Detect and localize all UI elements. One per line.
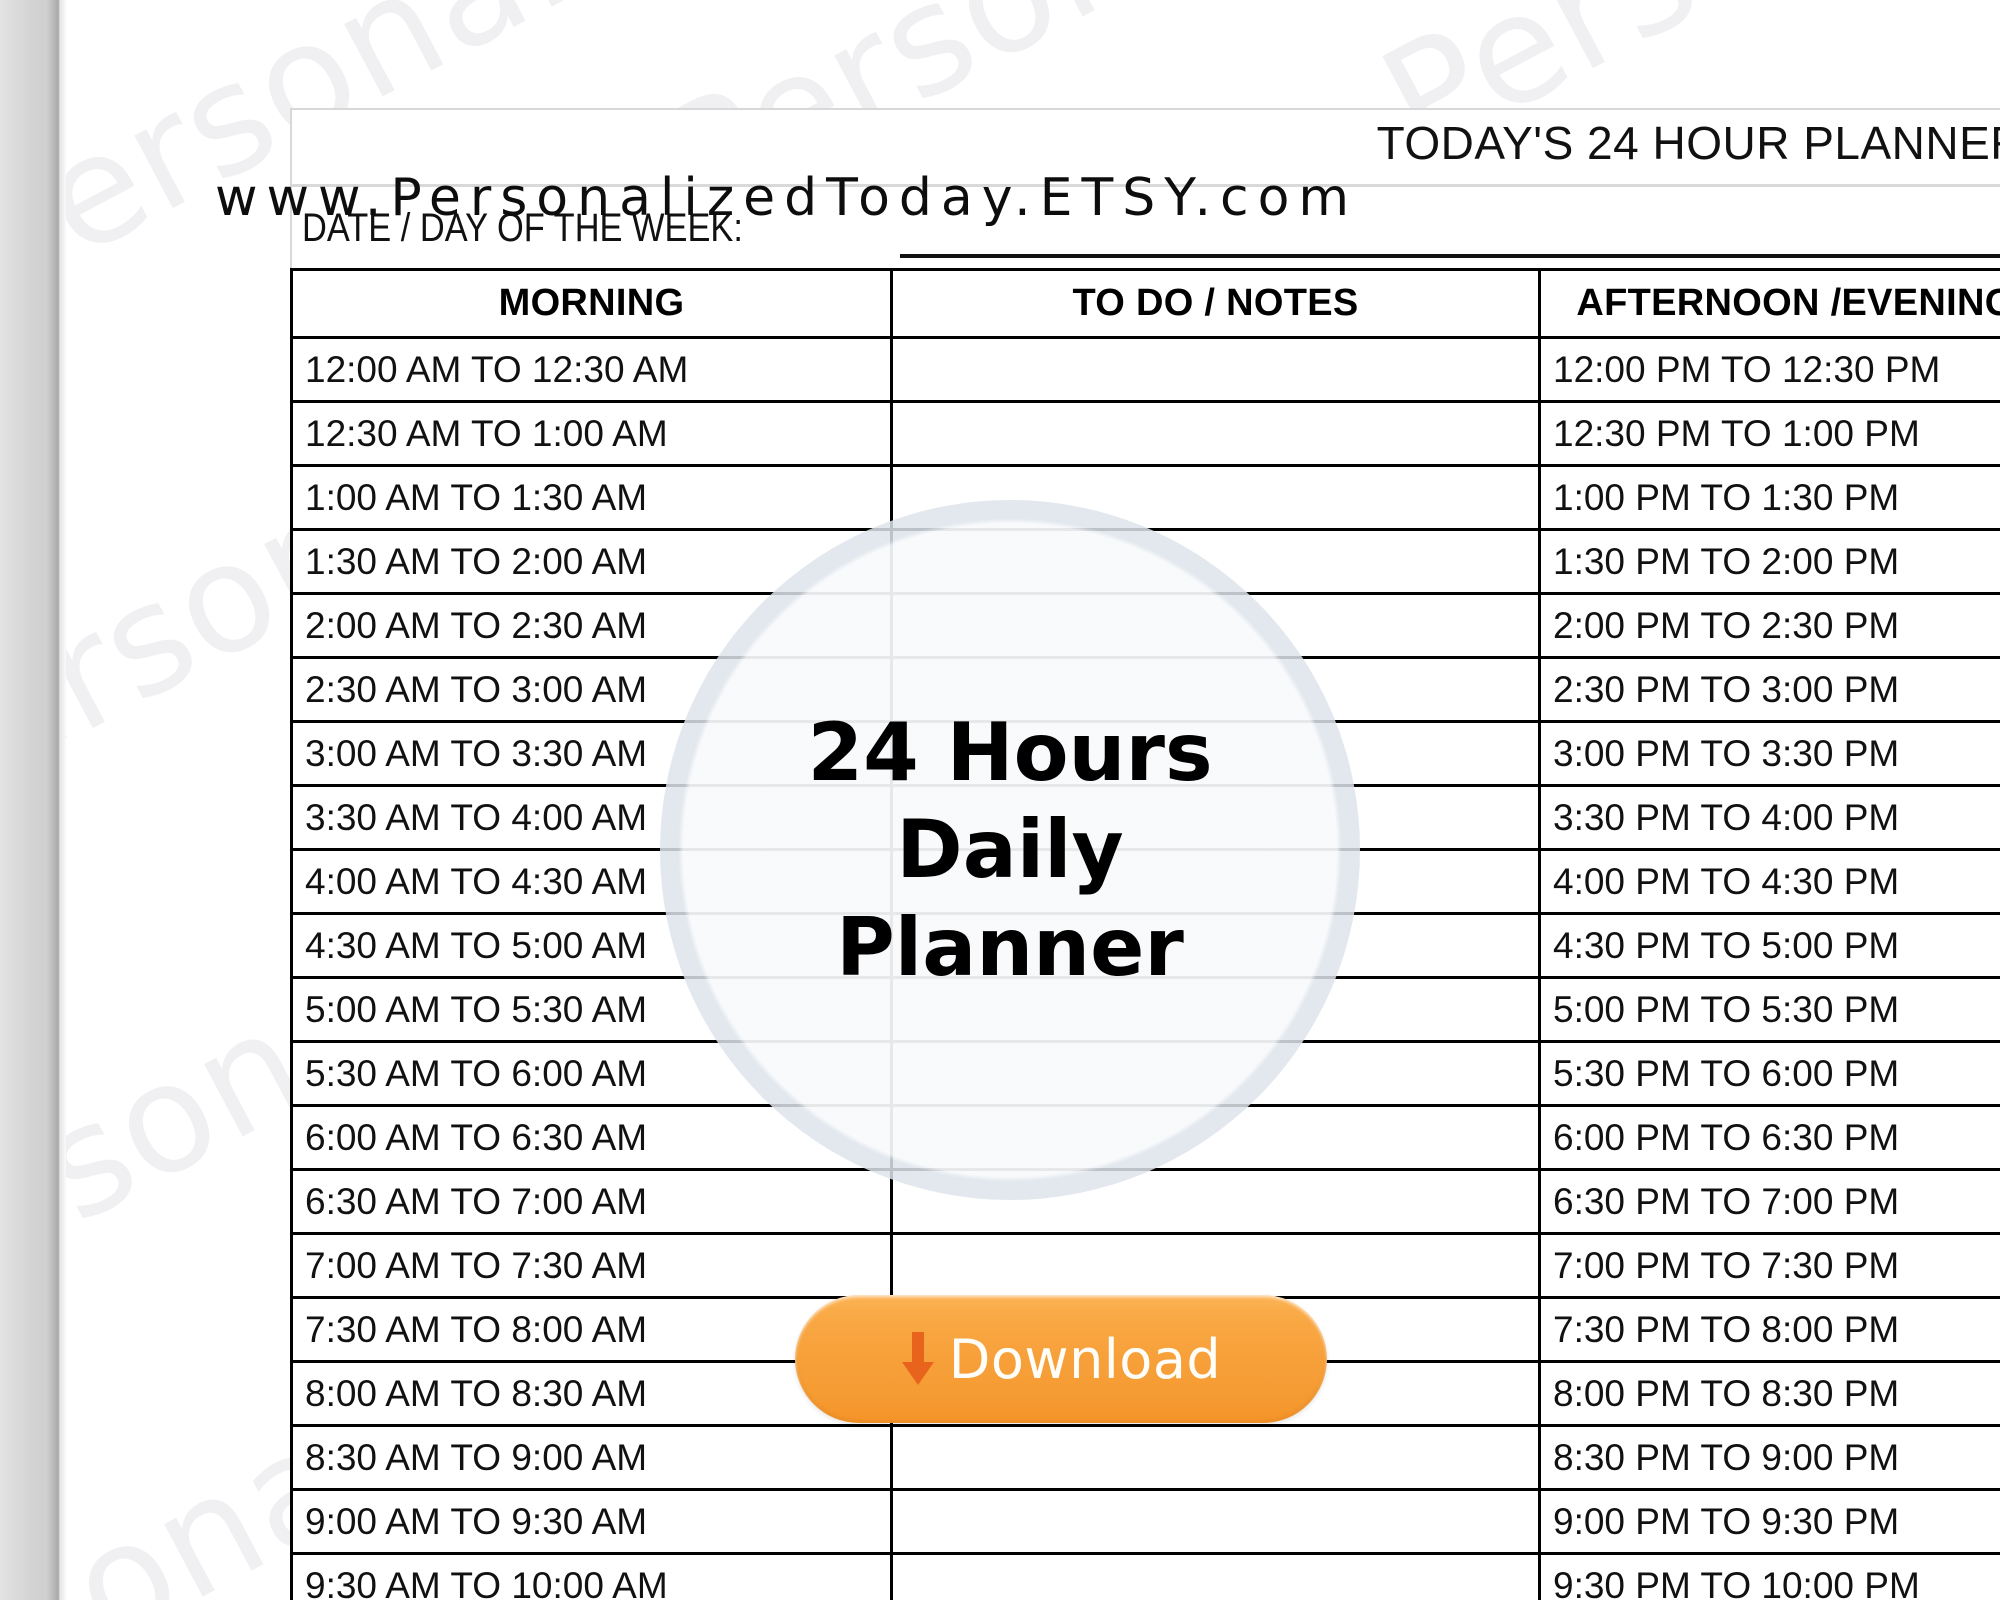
- todo-notes-cell[interactable]: [890, 1552, 1541, 1600]
- date-row: DATE / DAY OF THE WEEK:: [300, 196, 2000, 262]
- todo-notes-cell[interactable]: [890, 1168, 1541, 1235]
- table-row: 7:00 AM TO 7:30 AM 7:00 PM TO 7:30 PM: [290, 1232, 2000, 1299]
- todo-notes-cell[interactable]: [890, 528, 1541, 595]
- column-header-todo: TO DO / NOTES: [890, 268, 1541, 339]
- afternoon-time-slot: 5:30 PM TO 6:00 PM: [1538, 1040, 2000, 1107]
- table-row: 5:30 AM TO 6:00 AM 5:30 PM TO 6:00 PM: [290, 1040, 2000, 1107]
- download-button-label: Download: [948, 1327, 1222, 1391]
- afternoon-time-slot: 7:30 PM TO 8:00 PM: [1538, 1296, 2000, 1363]
- todo-notes-cell[interactable]: [890, 656, 1541, 723]
- afternoon-time-slot: 3:00 PM TO 3:30 PM: [1538, 720, 2000, 787]
- morning-time-slot: 6:00 AM TO 6:30 AM: [290, 1104, 893, 1171]
- morning-time-slot: 6:30 AM TO 7:00 AM: [290, 1168, 893, 1235]
- todo-notes-cell[interactable]: [890, 336, 1541, 403]
- morning-time-slot: 5:30 AM TO 6:00 AM: [290, 1040, 893, 1107]
- header-divider: [292, 184, 2000, 187]
- table-header-row: MORNING TO DO / NOTES AFTERNOON /EVENING: [290, 268, 2000, 339]
- todo-notes-cell[interactable]: [890, 720, 1541, 787]
- morning-time-slot: 2:30 AM TO 3:00 AM: [290, 656, 893, 723]
- todo-notes-cell[interactable]: [890, 464, 1541, 531]
- afternoon-time-slot: 1:00 PM TO 1:30 PM: [1538, 464, 2000, 531]
- morning-time-slot: 9:30 AM TO 10:00 AM: [290, 1552, 893, 1600]
- afternoon-time-slot: 5:00 PM TO 5:30 PM: [1538, 976, 2000, 1043]
- afternoon-time-slot: 6:30 PM TO 7:00 PM: [1538, 1168, 2000, 1235]
- morning-time-slot: 2:00 AM TO 2:30 AM: [290, 592, 893, 659]
- table-row: 3:30 AM TO 4:00 AM 3:30 PM TO 4:00 PM: [290, 784, 2000, 851]
- table-row: 4:00 AM TO 4:30 AM 4:00 PM TO 4:30 PM: [290, 848, 2000, 915]
- todo-notes-cell[interactable]: [890, 912, 1541, 979]
- todo-notes-cell[interactable]: [890, 400, 1541, 467]
- todo-notes-cell[interactable]: [890, 976, 1541, 1043]
- page-gutter-shadow: [0, 0, 60, 1600]
- morning-time-slot: 1:00 AM TO 1:30 AM: [290, 464, 893, 531]
- down-arrow-icon: [901, 1332, 934, 1385]
- table-row: 8:30 AM TO 9:00 AM 8:30 PM TO 9:00 PM: [290, 1424, 2000, 1491]
- date-field-label: DATE / DAY OF THE WEEK:: [302, 206, 743, 250]
- download-button[interactable]: Download: [795, 1295, 1327, 1423]
- morning-time-slot: 8:30 AM TO 9:00 AM: [290, 1424, 893, 1491]
- table-row: 2:00 AM TO 2:30 AM 2:00 PM TO 2:30 PM: [290, 592, 2000, 659]
- table-row: 9:30 AM TO 10:00 AM 9:30 PM TO 10:00 PM: [290, 1552, 2000, 1600]
- morning-time-slot: 3:00 AM TO 3:30 AM: [290, 720, 893, 787]
- afternoon-time-slot: 8:00 PM TO 8:30 PM: [1538, 1360, 2000, 1427]
- table-row: 5:00 AM TO 5:30 AM 5:00 PM TO 5:30 PM: [290, 976, 2000, 1043]
- morning-time-slot: 1:30 AM TO 2:00 AM: [290, 528, 893, 595]
- afternoon-time-slot: 6:00 PM TO 6:30 PM: [1538, 1104, 2000, 1171]
- morning-time-slot: 3:30 AM TO 4:00 AM: [290, 784, 893, 851]
- afternoon-time-slot: 4:00 PM TO 4:30 PM: [1538, 848, 2000, 915]
- afternoon-time-slot: 8:30 PM TO 9:00 PM: [1538, 1424, 2000, 1491]
- column-header-morning: MORNING: [290, 268, 893, 339]
- afternoon-time-slot: 2:00 PM TO 2:30 PM: [1538, 592, 2000, 659]
- morning-time-slot: 4:00 AM TO 4:30 AM: [290, 848, 893, 915]
- table-row: 6:00 AM TO 6:30 AM 6:00 PM TO 6:30 PM: [290, 1104, 2000, 1171]
- todo-notes-cell[interactable]: [890, 592, 1541, 659]
- morning-time-slot: 9:00 AM TO 9:30 AM: [290, 1488, 893, 1555]
- morning-time-slot: 4:30 AM TO 5:00 AM: [290, 912, 893, 979]
- todo-notes-cell[interactable]: [890, 1104, 1541, 1171]
- todo-notes-cell[interactable]: [890, 784, 1541, 851]
- todo-notes-cell[interactable]: [890, 848, 1541, 915]
- table-row: 1:30 AM TO 2:00 AM 1:30 PM TO 2:00 PM: [290, 528, 2000, 595]
- table-row: 12:00 AM TO 12:30 AM 12:00 PM TO 12:30 PM: [290, 336, 2000, 403]
- afternoon-time-slot: 2:30 PM TO 3:00 PM: [1538, 656, 2000, 723]
- table-row: 4:30 AM TO 5:00 AM 4:30 PM TO 5:00 PM: [290, 912, 2000, 979]
- date-write-in-line[interactable]: [900, 254, 2000, 258]
- morning-time-slot: 12:00 AM TO 12:30 AM: [290, 336, 893, 403]
- table-row: 3:00 AM TO 3:30 AM 3:00 PM TO 3:30 PM: [290, 720, 2000, 787]
- table-row: 9:00 AM TO 9:30 AM 9:00 PM TO 9:30 PM: [290, 1488, 2000, 1555]
- table-row: 12:30 AM TO 1:00 AM 12:30 PM TO 1:00 PM: [290, 400, 2000, 467]
- afternoon-time-slot: 7:00 PM TO 7:30 PM: [1538, 1232, 2000, 1299]
- afternoon-time-slot: 3:30 PM TO 4:00 PM: [1538, 784, 2000, 851]
- table-row: 1:00 AM TO 1:30 AM 1:00 PM TO 1:30 PM: [290, 464, 2000, 531]
- page-gutter-edge: [60, 0, 66, 1600]
- todo-notes-cell[interactable]: [890, 1232, 1541, 1299]
- todo-notes-cell[interactable]: [890, 1488, 1541, 1555]
- afternoon-time-slot: 9:30 PM TO 10:00 PM: [1538, 1552, 2000, 1600]
- afternoon-time-slot: 12:00 PM TO 12:30 PM: [1538, 336, 2000, 403]
- page-title: TODAY'S 24 HOUR PLANNER: [1376, 117, 2000, 169]
- afternoon-time-slot: 12:30 PM TO 1:00 PM: [1538, 400, 2000, 467]
- todo-notes-cell[interactable]: [890, 1040, 1541, 1107]
- table-row: 6:30 AM TO 7:00 AM 6:30 PM TO 7:00 PM: [290, 1168, 2000, 1235]
- morning-time-slot: 5:00 AM TO 5:30 AM: [290, 976, 893, 1043]
- afternoon-time-slot: 9:00 PM TO 9:30 PM: [1538, 1488, 2000, 1555]
- afternoon-time-slot: 1:30 PM TO 2:00 PM: [1538, 528, 2000, 595]
- planner-page: Personalized Personalized Personalized P…: [0, 0, 2000, 1600]
- column-header-afternoon: AFTERNOON /EVENING: [1538, 268, 2000, 339]
- table-row: 2:30 AM TO 3:00 AM 2:30 PM TO 3:00 PM: [290, 656, 2000, 723]
- morning-time-slot: 7:00 AM TO 7:30 AM: [290, 1232, 893, 1299]
- afternoon-time-slot: 4:30 PM TO 5:00 PM: [1538, 912, 2000, 979]
- morning-time-slot: 12:30 AM TO 1:00 AM: [290, 400, 893, 467]
- todo-notes-cell[interactable]: [890, 1424, 1541, 1491]
- planner-header-box: TODAY'S 24 HOUR PLANNER DATE / DAY OF TH…: [290, 108, 2000, 268]
